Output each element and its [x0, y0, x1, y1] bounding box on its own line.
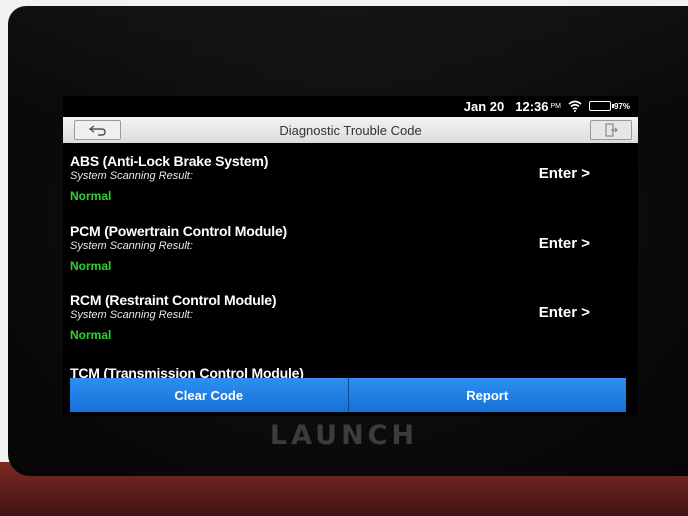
list-item[interactable]: RCM (Restraint Control Module) System Sc…: [63, 282, 638, 354]
module-name: ABS (Anti-Lock Brake System): [70, 153, 269, 169]
title-bar: Diagnostic Trouble Code: [63, 117, 638, 143]
scan-result-label: System Scanning Result:: [70, 240, 193, 252]
status-ampm: PM: [550, 102, 561, 110]
wifi-icon: [568, 100, 582, 112]
exit-button[interactable]: [590, 120, 632, 140]
back-button[interactable]: [74, 120, 121, 140]
status-time: 12:36: [515, 98, 549, 114]
scan-result-label: System Scanning Result:: [70, 170, 193, 182]
exit-icon: [605, 123, 618, 137]
battery-percent: 97%: [613, 101, 630, 111]
enter-button[interactable]: Enter >: [539, 304, 590, 321]
list-item[interactable]: ABS (Anti-Lock Brake System) System Scan…: [63, 143, 638, 215]
clear-code-button[interactable]: Clear Code: [70, 378, 348, 412]
status-badge: Normal: [70, 259, 112, 273]
status-bar: Jan 20 12:36 PM 97%: [63, 96, 638, 116]
list-item[interactable]: TCM (Transmission Control Module): [63, 354, 638, 379]
back-arrow-icon: [88, 125, 106, 136]
module-list[interactable]: ABS (Anti-Lock Brake System) System Scan…: [63, 143, 638, 379]
list-item[interactable]: PCM (Powertrain Control Module) System S…: [63, 213, 638, 285]
battery-icon: [588, 101, 614, 111]
page-title: Diagnostic Trouble Code: [279, 122, 422, 138]
status-date: Jan 20: [463, 98, 505, 114]
report-button[interactable]: Report: [347, 378, 626, 412]
enter-button[interactable]: Enter >: [539, 235, 590, 252]
enter-button[interactable]: Enter >: [539, 165, 590, 182]
status-badge: Normal: [70, 328, 112, 342]
module-name: PCM (Powertrain Control Module): [70, 223, 288, 239]
status-badge: Normal: [70, 189, 112, 203]
action-bar: Clear Code Report: [70, 378, 626, 412]
module-name: TCM (Transmission Control Module): [70, 365, 304, 379]
module-name: RCM (Restraint Control Module): [70, 292, 277, 308]
scan-result-label: System Scanning Result:: [70, 309, 193, 321]
brand-logo: LAUNCH: [269, 420, 419, 451]
device-screen: Jan 20 12:36 PM 97% Diagnostic Trouble C…: [63, 96, 638, 416]
battery-indicator: 97%: [588, 101, 630, 111]
